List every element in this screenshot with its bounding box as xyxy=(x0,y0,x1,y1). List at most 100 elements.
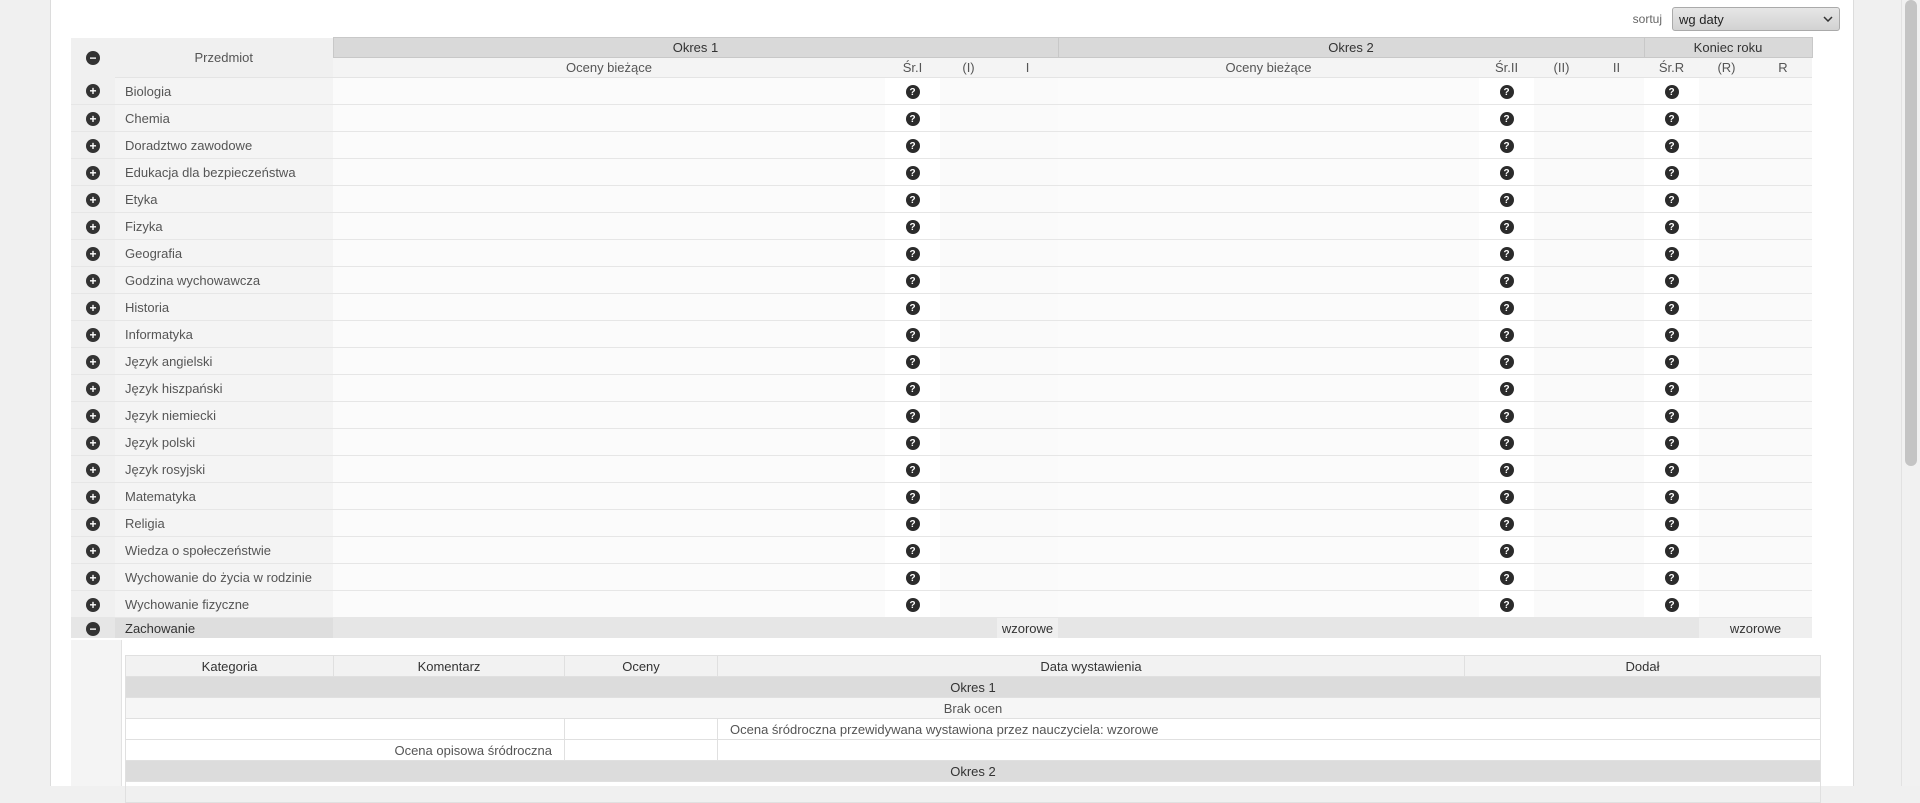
plus-circle-icon[interactable]: + xyxy=(86,192,100,207)
avg1-cell[interactable]: ? xyxy=(885,428,940,456)
avg1-cell[interactable]: ? xyxy=(885,374,940,402)
avgR-cell[interactable]: ? xyxy=(1644,239,1699,267)
plus-circle-icon[interactable]: + xyxy=(86,435,100,450)
question-circle-icon[interactable]: ? xyxy=(1499,166,1514,181)
avg2-cell[interactable]: ? xyxy=(1479,590,1534,618)
plus-circle-icon[interactable]: + xyxy=(86,543,100,558)
avg2-cell[interactable]: ? xyxy=(1479,77,1534,105)
collapse-all-cell[interactable]: − xyxy=(71,37,115,78)
vertical-scrollbar[interactable] xyxy=(1901,0,1920,786)
question-circle-icon[interactable]: ? xyxy=(1499,598,1514,613)
avg1-cell[interactable]: ? xyxy=(885,563,940,591)
avg1-cell[interactable]: ? xyxy=(885,104,940,132)
question-circle-icon[interactable]: ? xyxy=(1664,382,1679,397)
expand-subject-cell[interactable]: + xyxy=(71,293,115,321)
question-circle-icon[interactable]: ? xyxy=(1499,544,1514,559)
plus-circle-icon[interactable]: + xyxy=(86,597,100,612)
expand-subject-cell[interactable]: + xyxy=(71,185,115,213)
avgR-cell[interactable]: ? xyxy=(1644,590,1699,618)
question-circle-icon[interactable]: ? xyxy=(1664,112,1679,127)
avg2-cell[interactable]: ? xyxy=(1479,293,1534,321)
avg1-cell[interactable]: ? xyxy=(885,455,940,483)
question-circle-icon[interactable]: ? xyxy=(1664,85,1679,100)
expand-subject-cell[interactable]: + xyxy=(71,320,115,348)
question-circle-icon[interactable]: ? xyxy=(905,490,920,505)
question-circle-icon[interactable]: ? xyxy=(1499,193,1514,208)
question-circle-icon[interactable]: ? xyxy=(905,409,920,424)
avg2-cell[interactable]: ? xyxy=(1479,131,1534,159)
question-circle-icon[interactable]: ? xyxy=(905,274,920,289)
avgR-cell[interactable]: ? xyxy=(1644,401,1699,429)
avgR-cell[interactable]: ? xyxy=(1644,131,1699,159)
expand-subject-cell[interactable]: + xyxy=(71,347,115,375)
avg2-cell[interactable]: ? xyxy=(1479,455,1534,483)
avgR-cell[interactable]: ? xyxy=(1644,77,1699,105)
avg2-cell[interactable]: ? xyxy=(1479,104,1534,132)
question-circle-icon[interactable]: ? xyxy=(1664,166,1679,181)
avg2-cell[interactable]: ? xyxy=(1479,185,1534,213)
plus-circle-icon[interactable]: + xyxy=(86,246,100,261)
avgR-cell[interactable]: ? xyxy=(1644,293,1699,321)
avgR-cell[interactable]: ? xyxy=(1644,320,1699,348)
question-circle-icon[interactable]: ? xyxy=(1664,517,1679,532)
plus-circle-icon[interactable]: + xyxy=(86,219,100,234)
minus-circle-icon[interactable]: − xyxy=(86,621,100,636)
question-circle-icon[interactable]: ? xyxy=(905,193,920,208)
question-circle-icon[interactable]: ? xyxy=(1499,517,1514,532)
expand-subject-cell[interactable]: + xyxy=(71,428,115,456)
plus-circle-icon[interactable]: + xyxy=(86,84,100,99)
question-circle-icon[interactable]: ? xyxy=(1664,247,1679,262)
plus-circle-icon[interactable]: + xyxy=(86,462,100,477)
avg1-cell[interactable]: ? xyxy=(885,77,940,105)
question-circle-icon[interactable]: ? xyxy=(1664,571,1679,586)
expand-subject-cell[interactable]: + xyxy=(71,590,115,618)
avg1-cell[interactable]: ? xyxy=(885,266,940,294)
avg1-cell[interactable]: ? xyxy=(885,509,940,537)
question-circle-icon[interactable]: ? xyxy=(1499,409,1514,424)
expand-subject-cell[interactable]: + xyxy=(71,401,115,429)
question-circle-icon[interactable]: ? xyxy=(1499,463,1514,478)
question-circle-icon[interactable]: ? xyxy=(1499,301,1514,316)
avgR-cell[interactable]: ? xyxy=(1644,428,1699,456)
question-circle-icon[interactable]: ? xyxy=(905,247,920,262)
question-circle-icon[interactable]: ? xyxy=(1499,220,1514,235)
question-circle-icon[interactable]: ? xyxy=(905,220,920,235)
question-circle-icon[interactable]: ? xyxy=(1664,193,1679,208)
question-circle-icon[interactable]: ? xyxy=(905,355,920,370)
avg2-cell[interactable]: ? xyxy=(1479,428,1534,456)
expand-subject-cell[interactable]: + xyxy=(71,158,115,186)
expand-subject-cell[interactable]: + xyxy=(71,482,115,510)
question-circle-icon[interactable]: ? xyxy=(1664,355,1679,370)
question-circle-icon[interactable]: ? xyxy=(1664,328,1679,343)
collapse-behavior-cell[interactable]: − xyxy=(71,617,115,638)
avg2-cell[interactable]: ? xyxy=(1479,374,1534,402)
avg2-cell[interactable]: ? xyxy=(1479,482,1534,510)
avg2-cell[interactable]: ? xyxy=(1479,401,1534,429)
minus-circle-icon[interactable]: − xyxy=(86,51,100,65)
expand-subject-cell[interactable]: + xyxy=(71,455,115,483)
question-circle-icon[interactable]: ? xyxy=(1499,247,1514,262)
avg2-cell[interactable]: ? xyxy=(1479,158,1534,186)
expand-subject-cell[interactable]: + xyxy=(71,212,115,240)
question-circle-icon[interactable]: ? xyxy=(1499,139,1514,154)
question-circle-icon[interactable]: ? xyxy=(1664,274,1679,289)
question-circle-icon[interactable]: ? xyxy=(905,436,920,451)
avgR-cell[interactable]: ? xyxy=(1644,266,1699,294)
avg1-cell[interactable]: ? xyxy=(885,239,940,267)
expand-subject-cell[interactable]: + xyxy=(71,77,115,105)
avgR-cell[interactable]: ? xyxy=(1644,509,1699,537)
question-circle-icon[interactable]: ? xyxy=(1664,463,1679,478)
plus-circle-icon[interactable]: + xyxy=(86,354,100,369)
question-circle-icon[interactable]: ? xyxy=(905,571,920,586)
expand-subject-cell[interactable]: + xyxy=(71,131,115,159)
question-circle-icon[interactable]: ? xyxy=(905,598,920,613)
question-circle-icon[interactable]: ? xyxy=(905,166,920,181)
question-circle-icon[interactable]: ? xyxy=(905,517,920,532)
plus-circle-icon[interactable]: + xyxy=(86,327,100,342)
plus-circle-icon[interactable]: + xyxy=(86,165,100,180)
avg1-cell[interactable]: ? xyxy=(885,131,940,159)
question-circle-icon[interactable]: ? xyxy=(1499,382,1514,397)
avg1-cell[interactable]: ? xyxy=(885,185,940,213)
avgR-cell[interactable]: ? xyxy=(1644,536,1699,564)
question-circle-icon[interactable]: ? xyxy=(905,544,920,559)
